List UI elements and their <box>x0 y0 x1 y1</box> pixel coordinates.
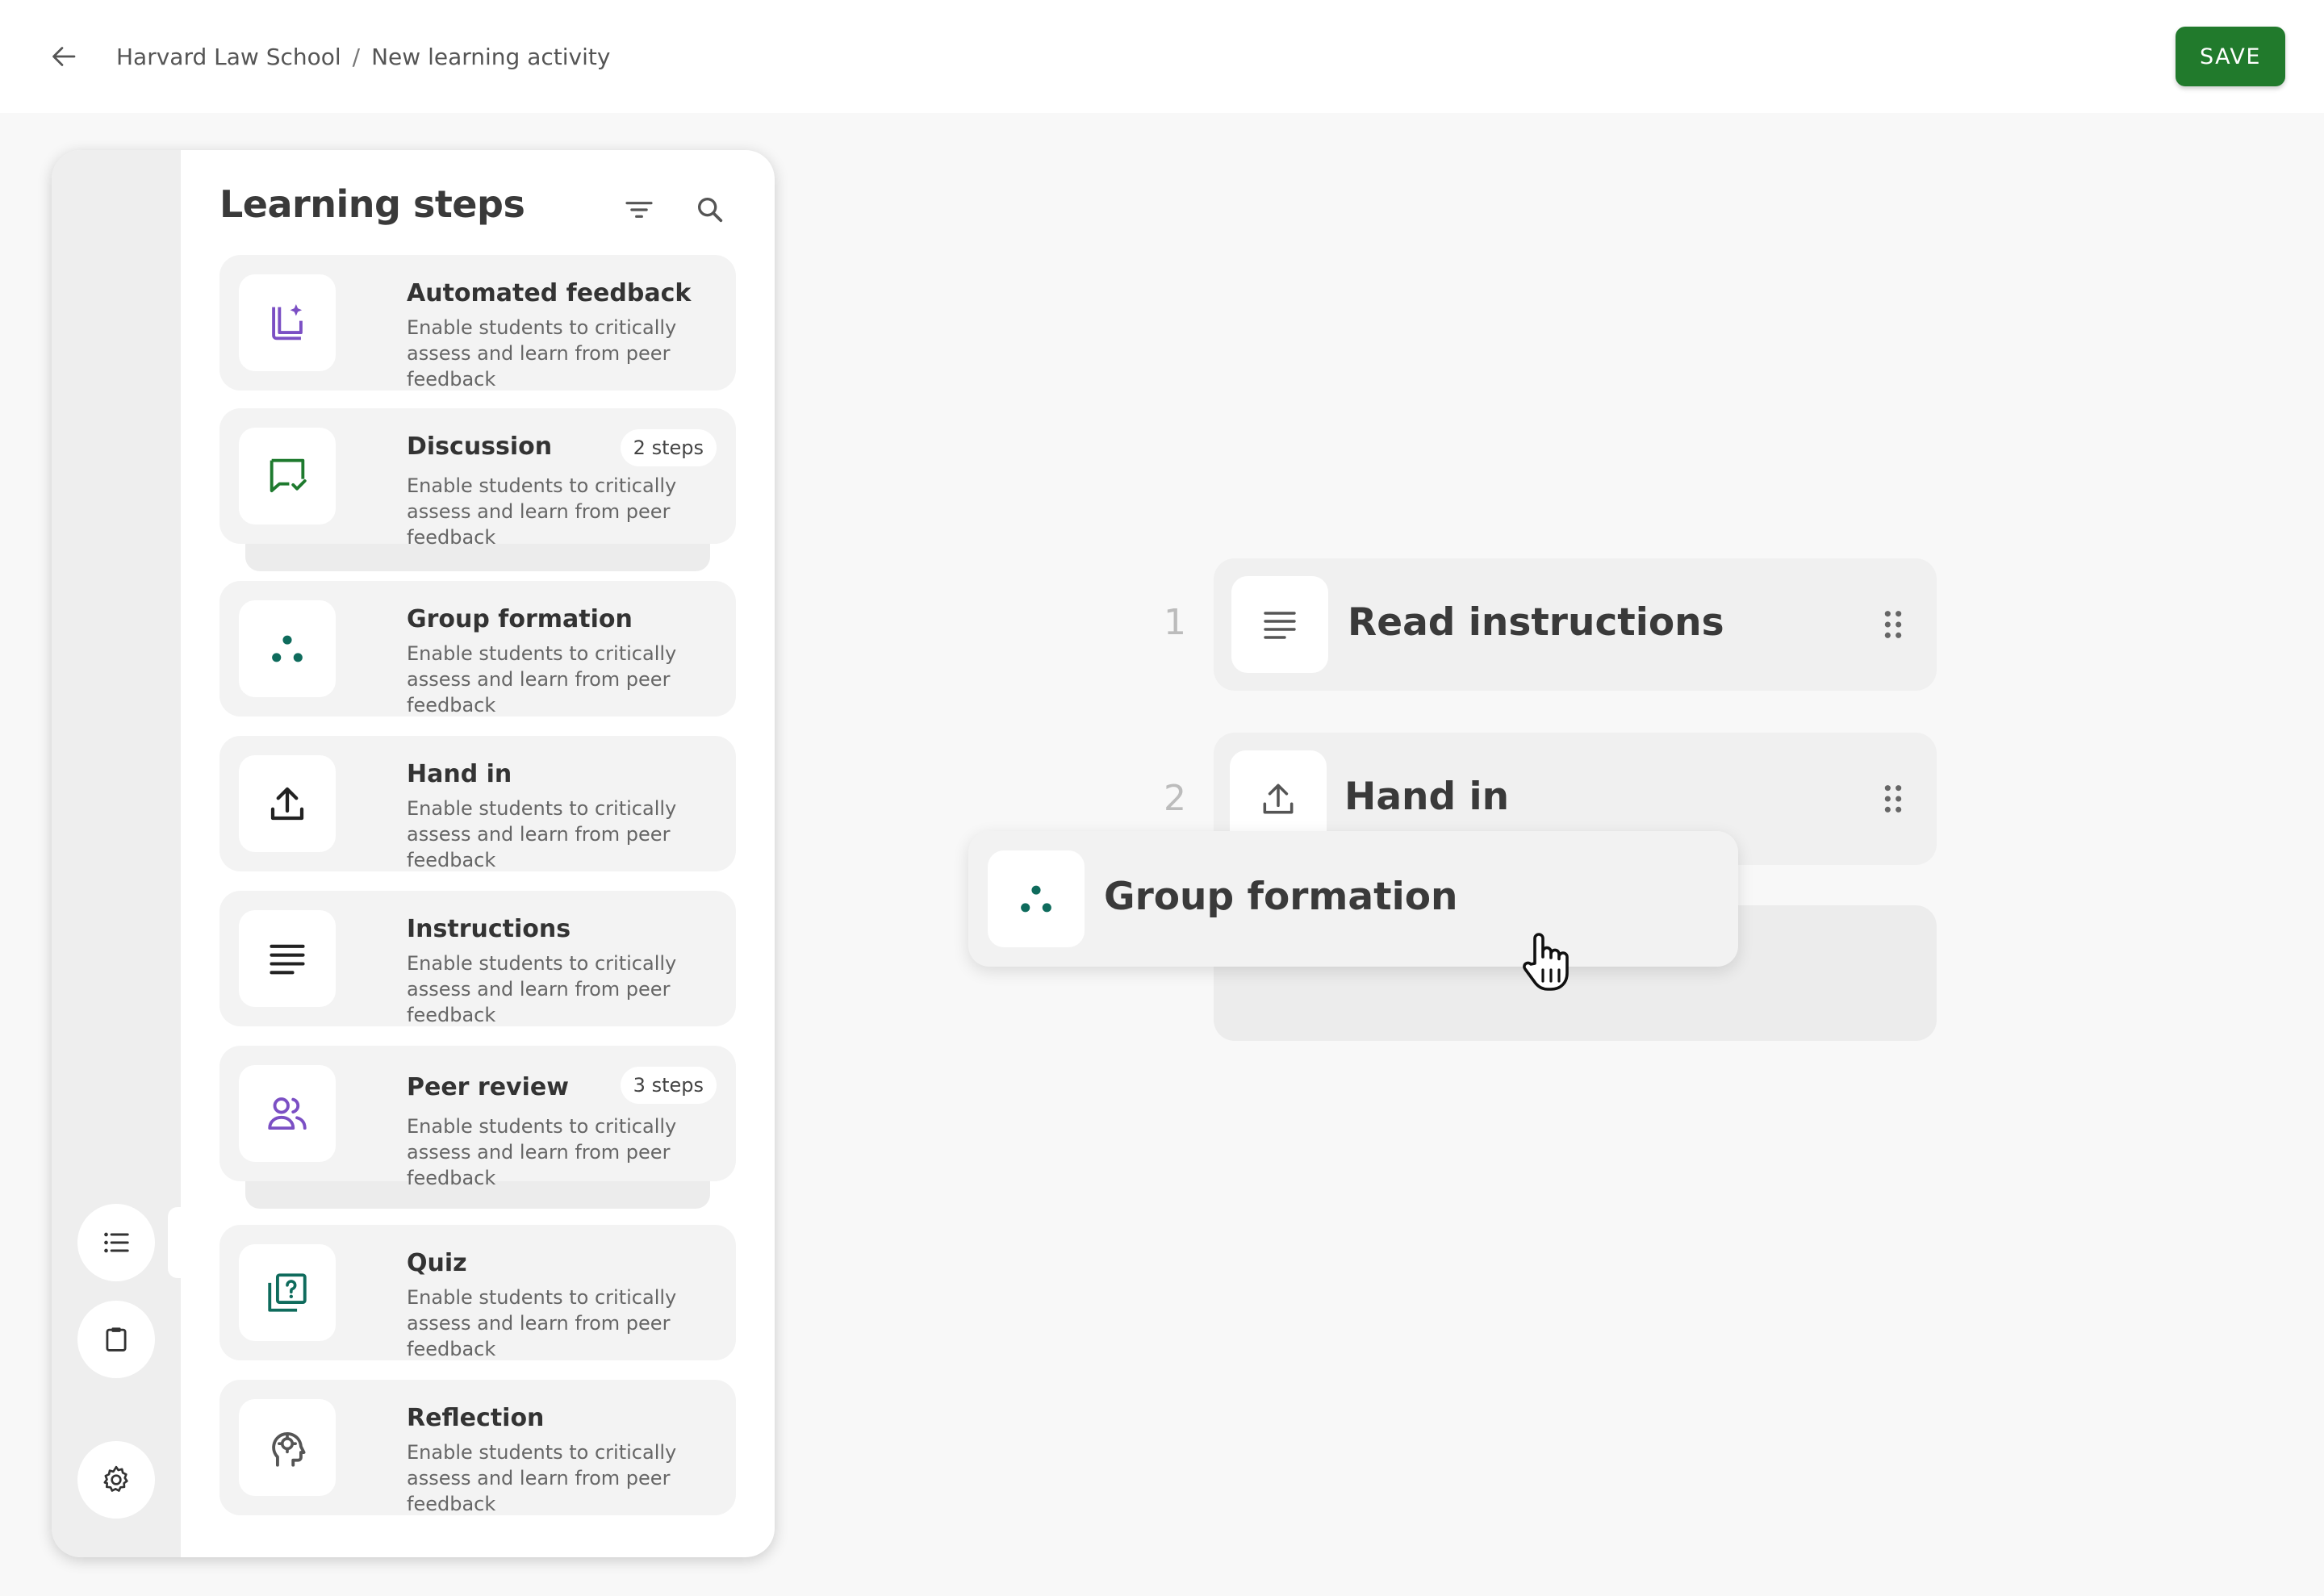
step-card-quiz[interactable]: Quiz Enable students to critically asses… <box>219 1225 736 1360</box>
step-card-discussion[interactable]: Discussion 2 steps Enable students to cr… <box>219 408 736 549</box>
step-title: Automated feedback <box>407 279 692 307</box>
top-bar: Harvard Law School / New learning activi… <box>0 0 2324 113</box>
step-card-automated-feedback[interactable]: Automated feedback Enable students to cr… <box>219 255 736 391</box>
dragging-item-title: Group formation <box>1104 875 1458 919</box>
drag-handle-icon <box>1884 785 1902 813</box>
head-gear-icon <box>272 1431 306 1467</box>
step-description: Enable students to critically assess and… <box>407 952 677 1026</box>
step-description: Enable students to critically assess and… <box>407 1115 677 1189</box>
sequence-icon-box <box>1231 576 1328 673</box>
step-description: Enable students to critically assess and… <box>407 1286 677 1360</box>
dragging-item-group-formation[interactable]: Group formation <box>968 831 1738 967</box>
step-card-peer-review[interactable]: Peer review 3 steps Enable students to c… <box>219 1046 736 1189</box>
step-title: Reflection <box>407 1404 545 1432</box>
step-card-hand-in[interactable]: Hand in Enable students to critically as… <box>219 736 736 871</box>
learning-steps-panel: Learning steps Automated feedback Enable… <box>52 150 775 1557</box>
step-icon-box <box>239 428 336 524</box>
step-icon-box <box>239 600 336 697</box>
sequence-item-title: Read instructions <box>1348 600 1724 645</box>
three-dots-icon <box>1021 885 1051 913</box>
step-description: Enable students to critically assess and… <box>407 797 677 871</box>
step-description: Enable students to critically assess and… <box>407 316 677 391</box>
breadcrumb-item-school[interactable]: Harvard Law School <box>116 44 341 70</box>
sequence-number: 1 <box>1164 602 1186 643</box>
rail-button-steps[interactable] <box>77 1204 155 1281</box>
step-icon-box <box>239 1244 336 1341</box>
side-rail <box>52 150 181 1557</box>
step-title: Peer review <box>407 1073 569 1101</box>
gear-icon <box>103 1465 128 1492</box>
sequence-icon-box <box>988 850 1085 947</box>
panel-title: Learning steps <box>219 182 525 226</box>
arrow-left-icon <box>52 47 76 66</box>
step-icon-box <box>239 1065 336 1162</box>
step-card-instructions[interactable]: Instructions Enable students to critical… <box>219 891 736 1026</box>
sequence-number: 2 <box>1164 778 1186 819</box>
filter-icon <box>625 202 653 218</box>
rail-button-settings[interactable] <box>77 1441 155 1519</box>
automated-feedback-icon <box>272 304 303 341</box>
steps-count-badge: 3 steps <box>620 1067 717 1104</box>
drag-handle-icon <box>1884 611 1902 638</box>
step-icon-box <box>239 274 336 371</box>
step-description: Enable students to critically assess and… <box>407 642 677 717</box>
step-title: Quiz <box>407 1249 467 1277</box>
step-card-reflection[interactable]: Reflection Enable students to critically… <box>219 1380 736 1515</box>
step-icon-box <box>239 910 336 1007</box>
breadcrumb-separator: / <box>352 43 361 70</box>
search-button[interactable] <box>686 186 734 234</box>
step-icon-box <box>239 755 336 852</box>
upload-icon <box>270 787 304 821</box>
step-description: Enable students to critically assess and… <box>407 1441 677 1515</box>
drag-handle[interactable] <box>1874 605 1912 644</box>
sequence-item-title: Hand in <box>1344 775 1510 819</box>
lines-icon <box>1264 612 1296 639</box>
filter-button[interactable] <box>615 186 663 234</box>
save-button[interactable]: SAVE <box>2176 27 2285 86</box>
step-title: Group formation <box>407 605 633 633</box>
drag-handle[interactable] <box>1874 779 1912 818</box>
rail-button-clipboard[interactable] <box>77 1301 155 1378</box>
rail-active-indicator <box>168 1207 187 1278</box>
people-icon <box>268 1097 307 1130</box>
clipboard-icon <box>106 1327 127 1352</box>
step-icon-box <box>239 1399 336 1496</box>
upload-icon <box>1263 783 1294 814</box>
steps-count-badge: 2 steps <box>620 429 717 466</box>
three-dots-icon <box>272 635 303 662</box>
step-card-group-formation[interactable]: Group formation Enable students to criti… <box>219 581 736 717</box>
step-title: Discussion <box>407 432 553 461</box>
step-description: Enable students to critically assess and… <box>407 474 677 549</box>
step-title: Instructions <box>407 915 571 943</box>
lines-icon <box>270 944 305 975</box>
back-button[interactable] <box>42 34 87 79</box>
quiz-icon <box>268 1273 307 1312</box>
list-icon <box>104 1232 129 1253</box>
chat-check-icon <box>270 458 307 493</box>
search-icon <box>698 198 723 223</box>
hand-cursor-icon <box>1523 933 1569 991</box>
sequence-item-read-instructions[interactable]: Read instructions <box>1214 558 1937 691</box>
step-title: Hand in <box>407 760 512 788</box>
breadcrumb-item-current: New learning activity <box>371 43 611 70</box>
breadcrumb: Harvard Law School / New learning activi… <box>116 39 610 74</box>
